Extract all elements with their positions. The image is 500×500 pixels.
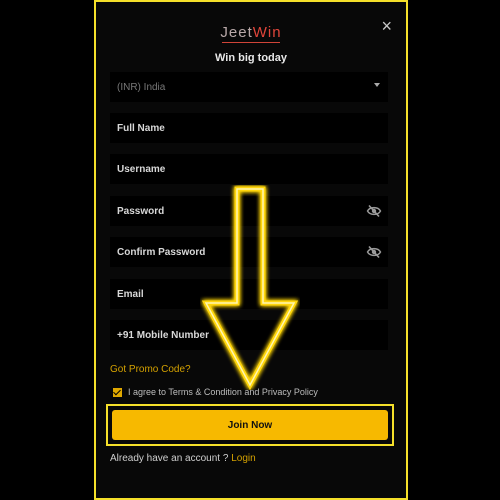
- logo-text-b: Win: [252, 24, 282, 41]
- terms-checkbox[interactable]: [113, 387, 122, 397]
- country-select[interactable]: (INR) India: [110, 72, 388, 102]
- tagline: Win big today: [214, 52, 287, 64]
- username-placeholder: Username: [117, 163, 166, 175]
- country-value: (INR) India: [117, 81, 166, 93]
- email-placeholder: Email: [117, 288, 144, 300]
- eye-slash-icon[interactable]: [366, 203, 382, 219]
- eye-slash-icon[interactable]: [366, 244, 382, 260]
- confirm-password-placeholder: Confirm Password: [117, 246, 206, 258]
- join-button-highlight: Join Now: [106, 404, 394, 446]
- login-prompt: Already have an account ? Login: [110, 453, 256, 464]
- logo-underline: [222, 42, 280, 43]
- mobile-placeholder: +91 Mobile Number: [117, 329, 209, 341]
- full-name-placeholder: Full Name: [117, 122, 165, 134]
- close-icon[interactable]: ×: [381, 16, 392, 37]
- chevron-down-icon: [374, 83, 380, 87]
- promo-code-link[interactable]: Got Promo Code?: [110, 364, 191, 375]
- login-prompt-text: Already have an account ?: [110, 453, 229, 464]
- logo-text-a: Jeet: [220, 24, 253, 41]
- arrow-down-icon: [201, 186, 299, 390]
- password-placeholder: Password: [117, 205, 165, 217]
- join-now-button[interactable]: Join Now: [112, 410, 388, 440]
- username-field[interactable]: Username: [110, 154, 388, 184]
- brand-logo: JeetWin: [96, 24, 406, 43]
- login-link[interactable]: Login: [231, 453, 255, 464]
- full-name-field[interactable]: Full Name: [110, 113, 388, 143]
